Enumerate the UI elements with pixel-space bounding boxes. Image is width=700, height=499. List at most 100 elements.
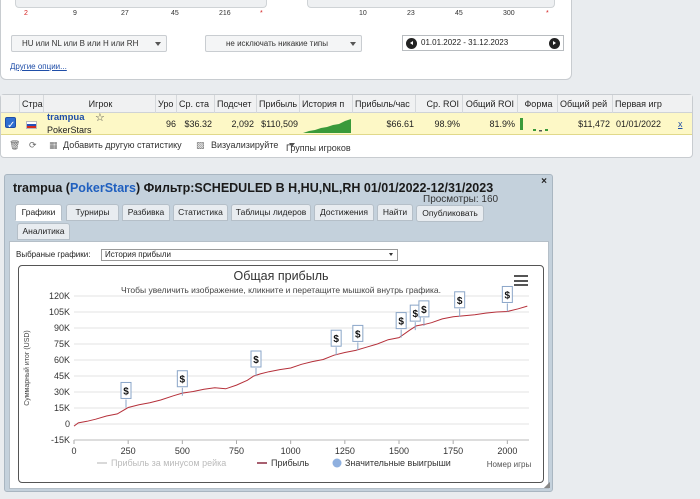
slider1-tick: 9 [73,10,77,17]
publish-button[interactable]: Опубликовать [416,205,484,222]
big-win-marker: $ [123,386,129,397]
y-tick-label: 30K [54,387,70,397]
player-groups-dropdown[interactable]: Группы игроков [286,140,351,153]
add-stats-link[interactable]: Добавить другую статистику [63,140,182,150]
tab-breakdown[interactable]: Разбивка [122,204,170,221]
visualize-link[interactable]: Визуализируйте [211,140,278,150]
big-win-marker: $ [421,305,427,316]
tab-tournaments[interactable]: Турниры [66,204,119,221]
favorite-star-icon[interactable]: ☆ [95,107,105,129]
tab-achievements[interactable]: Достижения [314,204,374,221]
avg-roi-cell: 98.9% [434,119,460,129]
slider2-tick: 23 [407,10,415,17]
date-prev-icon[interactable] [406,38,417,49]
profit-chart-frame: Общая прибыль Чтобы увеличить изображение… [18,265,544,483]
more-options-link[interactable]: Другие опции... [10,62,67,71]
slider1-tick: 45 [171,10,179,17]
profit-chart[interactable]: Общая прибыль Чтобы увеличить изображение… [19,266,543,482]
x-tick-label: 1250 [335,446,355,456]
exclude-types-dropdown[interactable]: не исключать никакие типы [205,35,362,52]
slider2-tick: 45 [455,10,463,17]
stats-table: Стра Игрок Уро Ср. ста Подсчет Прибыль И… [0,94,693,158]
row-checkbox[interactable] [5,115,16,137]
table-row[interactable]: trampua ☆ PokerStars 96 $36.32 2,092 $11… [1,112,692,137]
total-roi-cell: 81.9% [489,119,515,129]
big-win-marker: $ [505,290,511,301]
player-report-panel: trampua (PokerStars) Фильтр:SCHEDULED B … [4,174,553,492]
chart-menu-icon[interactable] [514,275,528,286]
remove-row-link[interactable]: x [678,113,683,135]
legend-item-bigwins: Значительные выигрыши [345,458,451,468]
y-axis-label: Суммарный итог (USD) [23,330,31,406]
trash-icon[interactable]: 🗑 [9,140,20,151]
legend-item-profit: Прибыль [271,458,309,468]
big-win-marker: $ [333,334,339,345]
profit-hour-cell: $66.61 [386,119,414,129]
game-type-dropdown[interactable]: HU или NL или B или H или RH [11,35,167,52]
date-range-picker[interactable]: 01.01.2022 - 31.12.2023 [402,35,564,51]
slider2-tick: 300 [503,10,515,17]
x-tick-label: 0 [71,446,76,456]
report-title: trampua (PokerStars) Фильтр:SCHEDULED B … [13,181,494,195]
filter-panel: 2 9 27 45 216 * 10 23 45 300 * HU или NL… [0,0,572,80]
slider1-tick: 2 [24,10,28,17]
col-header[interactable]: Общий рей [557,95,612,113]
col-header[interactable]: Стра [19,95,43,113]
form-sparkline[interactable] [519,115,555,133]
y-tick-label: 0 [65,419,70,429]
big-win-marker: $ [253,355,259,366]
level-cell: 96 [165,119,176,129]
tab-statistics[interactable]: Статистика [173,204,228,221]
tab-charts[interactable]: Графики [15,204,62,221]
date-next-icon[interactable] [549,38,560,49]
big-win-marker: $ [355,329,361,340]
tab-leaderboards[interactable]: Таблицы лидеров [231,204,311,221]
col-header[interactable]: История п [299,95,352,113]
tab-analytics[interactable]: Аналитика [17,223,70,240]
profit-cell: $110,509 [261,119,298,129]
table-toolbar: 🗑 ⟳ ▦ Добавить другую статистику ▧ Визуа… [1,137,692,155]
resize-handle-icon[interactable]: ◢ [544,480,550,489]
players-range-slider[interactable] [307,0,555,8]
y-tick-label: 75K [54,339,70,349]
big-win-marker: $ [412,309,418,320]
buyin-range-slider[interactable] [15,0,267,8]
y-tick-label: 60K [54,355,70,365]
y-tick-label: 105K [49,307,70,317]
chart-title: Общая прибыль [233,269,328,283]
y-tick-label: 90K [54,323,70,333]
slider2-ticks: 10 23 45 300 * [307,10,555,20]
slider1-tick: 27 [121,10,129,17]
add-stats-icon: ▦ [49,140,58,150]
report-site-link[interactable]: PokerStars [70,181,136,195]
report-filter: Фильтр:SCHEDULED B H,HU,NL,RH 01/01/2022… [143,181,494,195]
charts-content: Выбраные графики: История прибыли Общая … [9,241,549,489]
col-header[interactable]: Прибыль/час [352,95,415,113]
col-header[interactable]: Уро [155,95,176,113]
legend-swatch-bigwins [332,458,342,468]
selected-charts-dropdown[interactable]: История прибыли [101,249,398,261]
x-tick-label: 2000 [497,446,517,456]
col-header[interactable]: Общий ROI [462,95,517,113]
y-tick-label: 45K [54,371,70,381]
views-count: Просмотры: 160 [423,194,499,205]
x-tick-label: 500 [175,446,190,456]
profit-history-sparkline[interactable] [303,115,351,133]
close-icon[interactable]: × [541,176,547,187]
col-header[interactable]: Форма [517,95,557,113]
col-header[interactable]: Ср. ROI [415,95,462,113]
x-tick-label: 1750 [443,446,463,456]
refresh-icon[interactable]: ⟳ [29,140,37,151]
y-tick-label: 120K [49,291,70,301]
col-header[interactable]: Подсчет [214,95,256,113]
big-win-marker: $ [457,296,463,307]
y-tick-label: 15K [54,403,70,413]
col-header[interactable]: Первая игр [612,95,670,113]
big-win-marker: $ [398,317,404,328]
tab-find[interactable]: Найти [377,204,413,221]
col-header[interactable]: Прибыль [256,95,299,113]
col-header[interactable]: Ср. ста [176,95,214,113]
x-axis-label: Номер игры [487,460,532,469]
slider2-tick: * [546,10,549,17]
first-game-cell: 01/01/2022 [616,119,662,129]
